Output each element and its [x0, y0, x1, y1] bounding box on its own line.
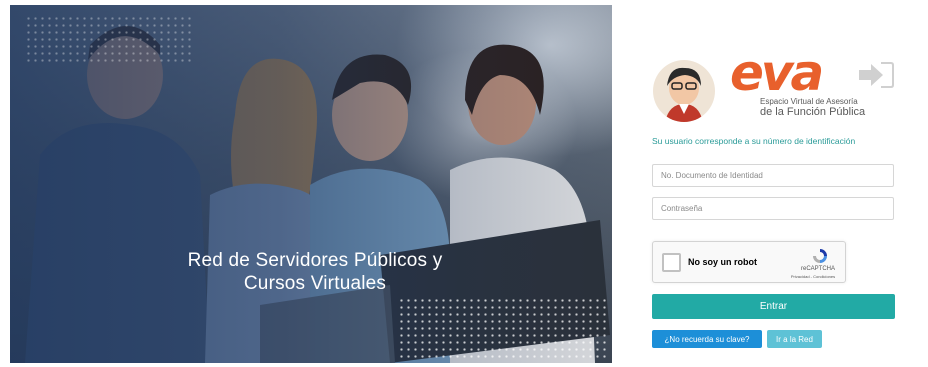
avatar — [653, 60, 715, 122]
hero-title: Red de Servidores Públicos y Cursos Virt… — [150, 249, 480, 295]
recaptcha-widget: No soy un robot reCAPTCHA Privacidad - C… — [652, 241, 846, 283]
login-hint: Su usuario corresponde a su número de id… — [652, 136, 856, 146]
eva-logo: eva — [730, 44, 824, 102]
forgot-password-button[interactable]: ¿No recuerda su clave? — [652, 330, 762, 348]
hero-title-line1: Red de Servidores Públicos y — [187, 250, 443, 271]
recaptcha-brand: reCAPTCHA — [800, 266, 835, 272]
sign-in-icon[interactable] — [857, 60, 895, 90]
recaptcha-checkbox[interactable] — [662, 253, 681, 272]
logo-subtitle-line1: Espacio Virtual de Asesoría — [760, 97, 858, 106]
dot-pattern — [25, 15, 195, 65]
hero-banner — [10, 5, 612, 363]
dot-pattern — [398, 297, 610, 361]
recaptcha-icon — [813, 249, 827, 263]
recaptcha-terms[interactable]: Privacidad - Condiciones — [781, 274, 845, 279]
id-document-input[interactable] — [652, 164, 894, 187]
hero-title-line2: Cursos Virtuales — [243, 273, 387, 294]
enter-button[interactable]: Entrar — [652, 294, 895, 319]
avatar-illustration — [665, 67, 703, 122]
password-input[interactable] — [652, 197, 894, 220]
recaptcha-label: No soy un robot — [688, 257, 757, 267]
logo-subtitle-line2: de la Función Pública — [760, 106, 866, 118]
go-to-network-button[interactable]: Ir a la Red — [767, 330, 822, 348]
sign-in-icon-graphic — [859, 62, 894, 88]
